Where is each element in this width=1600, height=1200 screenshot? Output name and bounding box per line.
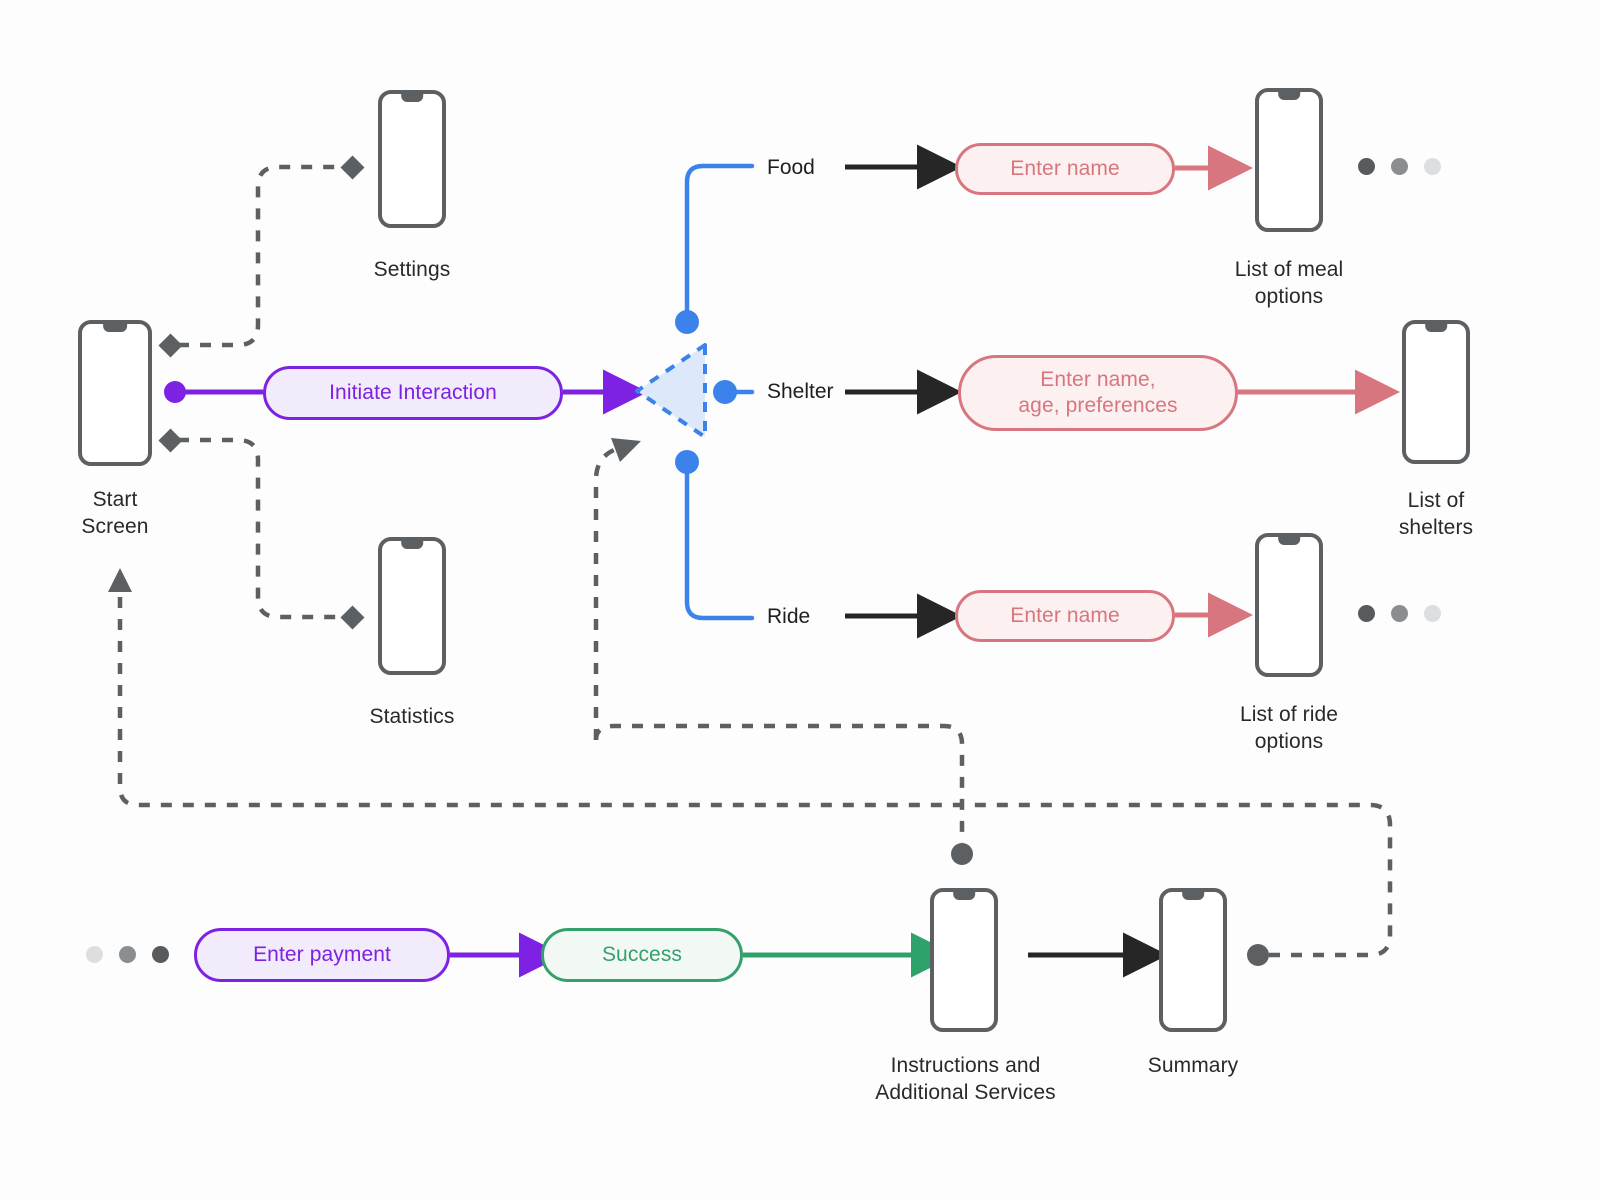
phone-notch-icon — [401, 540, 423, 549]
screen-label-settings: Settings — [373, 258, 451, 281]
ellipsis-ride-options — [1358, 605, 1441, 622]
ellipsis-dot — [1424, 158, 1441, 175]
branch-label-ride: Ride — [767, 605, 811, 628]
blue-branch-food — [675, 163, 755, 334]
ellipsis-dot — [1358, 158, 1375, 175]
decision-triangle — [635, 343, 707, 439]
ellipsis-dot — [1358, 605, 1375, 622]
action-enter-payment[interactable]: Enter payment — [194, 928, 450, 982]
dashed-return-to-decision — [593, 438, 641, 740]
phone-notch-icon — [103, 323, 127, 332]
phone-notch-icon — [1182, 891, 1204, 900]
screen-label-shelters: List of shelters — [1398, 489, 1474, 539]
screen-label-ride-options: List of ride options — [1239, 703, 1339, 753]
status-success[interactable]: Success — [541, 928, 743, 982]
screen-label-statistics: Statistics — [369, 705, 455, 728]
ellipsis-dot — [119, 946, 136, 963]
phone-notch-icon — [401, 93, 423, 102]
flow-diagram-canvas: Start Screen Settings Statistics List of… — [0, 0, 1600, 1200]
ellipsis-dot — [1424, 605, 1441, 622]
input-enter-name-food[interactable]: Enter name — [955, 143, 1175, 195]
screen-label-instructions: Instructions and Additional Services — [875, 1054, 1056, 1104]
screen-label-summary: Summary — [1147, 1054, 1239, 1077]
screen-meal-options[interactable] — [1255, 88, 1323, 232]
screen-settings[interactable] — [378, 90, 446, 228]
screen-statistics[interactable] — [378, 537, 446, 675]
action-initiate-interaction[interactable]: Initiate Interaction — [263, 366, 563, 420]
ellipsis-dot — [86, 946, 103, 963]
screen-instructions[interactable] — [930, 888, 998, 1032]
blue-branch-shelter — [713, 380, 755, 404]
branch-label-food: Food — [767, 156, 815, 179]
ellipsis-dot — [1391, 158, 1408, 175]
purple-line-start-to-initiate — [164, 381, 263, 403]
screen-shelters[interactable] — [1402, 320, 1470, 464]
branch-label-shelter: Shelter — [767, 380, 834, 403]
ellipsis-dot — [152, 946, 169, 963]
blue-branch-ride — [675, 450, 755, 621]
phone-notch-icon — [953, 891, 975, 900]
phone-notch-icon — [1425, 323, 1447, 332]
dashed-path-instructions-stem — [593, 723, 965, 843]
input-enter-name-age-preferences[interactable]: Enter name, age, preferences — [958, 355, 1238, 431]
phone-notch-icon — [1278, 536, 1300, 545]
screen-label-meal-options: List of meal options — [1234, 258, 1344, 308]
phone-notch-icon — [1278, 91, 1300, 100]
ellipsis-meal-options — [1358, 158, 1441, 175]
ellipsis-before-payment — [86, 946, 169, 963]
ellipsis-dot — [1391, 605, 1408, 622]
screen-ride-options[interactable] — [1255, 533, 1323, 677]
input-enter-name-ride[interactable]: Enter name — [955, 590, 1175, 642]
screen-summary[interactable] — [1159, 888, 1227, 1032]
dashed-endpoint-instructions — [951, 843, 973, 865]
screen-start[interactable] — [78, 320, 152, 466]
screen-label-start: Start Screen — [81, 488, 149, 538]
